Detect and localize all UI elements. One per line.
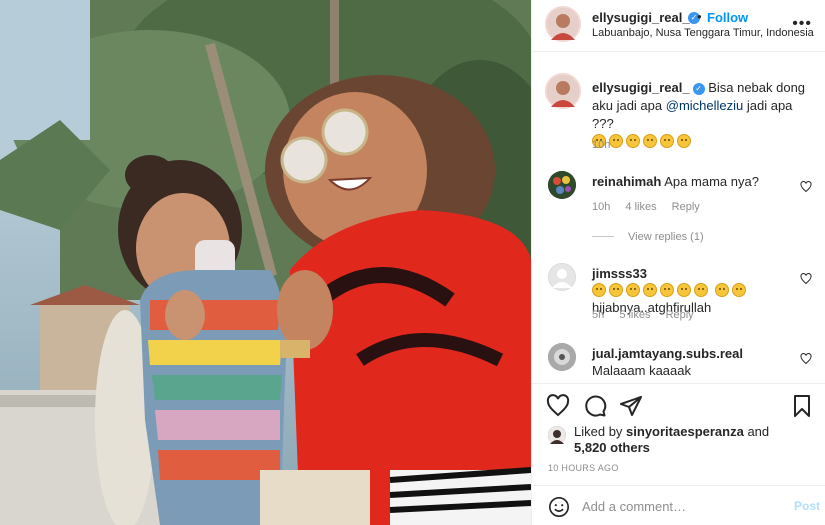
caption-username[interactable]: ellysugigi_real_ [592, 80, 690, 95]
sweat-smile-emoji-icon [714, 283, 729, 297]
avatar-image [547, 75, 579, 107]
post-photo[interactable] [0, 0, 531, 525]
default-avatar-icon [549, 264, 575, 290]
liked-by-username[interactable]: sinyoritaesperanza [626, 424, 744, 439]
post-comment-button[interactable]: Post [794, 499, 820, 513]
sweat-smile-emoji-icon [643, 283, 657, 297]
add-comment-bar: Post [532, 485, 825, 525]
comment-username[interactable]: reinahimah [592, 174, 661, 189]
sweat-smile-emoji-icon [694, 283, 708, 297]
add-comment-input[interactable] [582, 496, 782, 516]
verified-badge-icon: ✓ [692, 83, 705, 95]
sweat-smile-emoji-icon [731, 283, 746, 297]
commenter-avatar[interactable] [548, 263, 576, 291]
reply-button[interactable]: Reply [666, 309, 694, 321]
replies-divider [592, 236, 614, 237]
comment-item: jimsss33 hijabnya..atghfirullah 5h 5 lik… [548, 263, 816, 333]
comment-text: jual.jamtayang.subs.real Malaaam kaaaak [592, 345, 792, 379]
view-replies-label: View replies (1) [628, 231, 704, 243]
liked-by-and: and [747, 424, 770, 439]
sweat-smile-emoji-icon [609, 134, 623, 148]
comment-emojis [592, 282, 749, 299]
header-separator: • [697, 9, 702, 24]
like-heart-icon[interactable] [800, 273, 812, 285]
comment-content: Apa mama nya? [664, 174, 759, 189]
caption-avatar[interactable] [545, 73, 581, 109]
comment-bubble-icon[interactable] [583, 394, 607, 418]
likes-count[interactable]: 5,820 others [574, 440, 650, 455]
avatar[interactable] [545, 6, 581, 42]
post-header: ellysugigi_real_ ✓ • Follow Labuanbajo, … [532, 0, 825, 52]
avatar-image [548, 171, 576, 199]
like-heart-icon[interactable] [800, 353, 812, 365]
reply-button[interactable]: Reply [672, 201, 700, 213]
comment-likes[interactable]: 5 likes [619, 309, 650, 321]
liked-by-prefix: Liked by [574, 424, 623, 439]
avatar-image [548, 343, 576, 371]
comment-content: Malaaam kaaaak [592, 363, 691, 378]
comment-text: reinahimah Apa mama nya? [592, 173, 792, 190]
sweat-smile-emoji-icon [677, 134, 691, 148]
post-timestamp[interactable]: 10 HOURS AGO [548, 463, 619, 473]
comment-item: reinahimah Apa mama nya? 10h 4 likes Rep… [548, 171, 816, 251]
comment-likes[interactable]: 4 likes [625, 201, 656, 213]
like-heart-icon[interactable] [800, 181, 812, 193]
follow-button[interactable]: Follow [707, 10, 748, 25]
liked-by-text: Liked by sinyoritaesperanza and 5,820 ot… [574, 424, 814, 456]
sweat-smile-emoji-icon [626, 134, 640, 148]
sweat-smile-emoji-icon [626, 283, 640, 297]
comment-meta: 5h 5 likes Reply [592, 309, 706, 321]
more-horizontal-icon[interactable]: ••• [792, 15, 812, 33]
avatar-image [547, 8, 579, 40]
sweat-smile-emoji-icon [660, 283, 674, 297]
caption-mention[interactable]: @michelleziu [666, 98, 744, 113]
sweat-smile-emoji-icon [677, 283, 691, 297]
like-heart-icon[interactable] [546, 394, 570, 418]
liked-by-avatar[interactable] [548, 426, 566, 444]
photo-illustration [0, 0, 531, 525]
view-replies-button[interactable]: View replies (1) [592, 231, 704, 243]
share-send-icon[interactable] [619, 394, 643, 418]
comment-item: jual.jamtayang.subs.real Malaaam kaaaak [548, 343, 816, 383]
post-actions: Liked by sinyoritaesperanza and 5,820 ot… [532, 383, 825, 524]
commenter-avatar[interactable] [548, 171, 576, 199]
post-side-panel: ellysugigi_real_ ✓ • Follow Labuanbajo, … [531, 0, 825, 525]
comment-time[interactable]: 10h [592, 201, 610, 213]
emoji-picker-icon[interactable] [548, 496, 570, 518]
comment-time[interactable]: 5h [592, 309, 604, 321]
sweat-smile-emoji-icon [660, 134, 674, 148]
comments-section: ellysugigi_real_ ✓ Bisa nebak dong aku ja… [532, 53, 825, 383]
sweat-smile-emoji-icon [609, 283, 623, 297]
caption-timestamp[interactable]: 10h [592, 139, 610, 151]
comment-meta: 10h 4 likes Reply [592, 201, 712, 213]
post-location[interactable]: Labuanbajo, Nusa Tenggara Timur, Indones… [592, 27, 814, 39]
instagram-post: ellysugigi_real_ ✓ • Follow Labuanbajo, … [0, 0, 825, 525]
sweat-smile-emoji-icon [643, 134, 657, 148]
comment-username[interactable]: jimsss33 [592, 266, 647, 281]
bookmark-save-icon[interactable] [790, 394, 814, 418]
avatar-image [548, 426, 566, 444]
comment-username[interactable]: jual.jamtayang.subs.real [592, 346, 743, 361]
header-username[interactable]: ellysugigi_real_ [592, 10, 690, 25]
post-caption: ellysugigi_real_ ✓ Bisa nebak dong aku ja… [592, 79, 812, 151]
sweat-smile-emoji-icon [592, 283, 606, 297]
commenter-avatar[interactable] [548, 343, 576, 371]
